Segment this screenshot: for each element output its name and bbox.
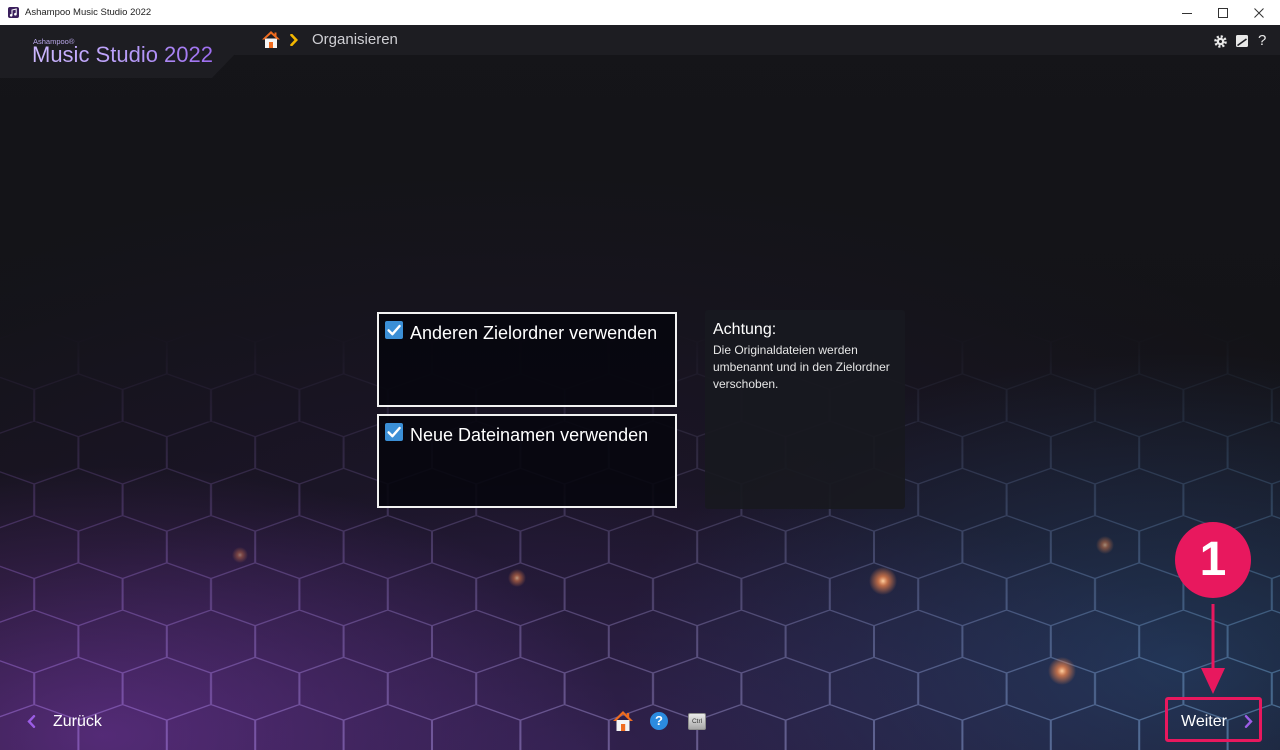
chevron-left-icon <box>27 715 36 728</box>
app-window: Ashampoo Music Studio 2022 Ashampoo® Mus… <box>0 0 1280 750</box>
maximize-button[interactable] <box>1205 0 1241 25</box>
option-other-target-folder[interactable]: Anderen Zielordner verwenden <box>377 312 677 407</box>
option-new-filenames[interactable]: Neue Dateinamen verwenden <box>377 414 677 508</box>
option-label: Anderen Zielordner verwenden <box>410 323 658 343</box>
notice-panel: Achtung: Die Originaldateien werden umbe… <box>705 310 905 509</box>
home-icon[interactable] <box>613 711 633 731</box>
skin-icon[interactable] <box>1236 35 1248 47</box>
window-title: Ashampoo Music Studio 2022 <box>25 7 152 18</box>
chevron-right-icon <box>290 34 298 46</box>
minimize-button[interactable] <box>1169 0 1205 25</box>
notice-text: Die Originaldateien werden umbenannt und… <box>713 343 890 391</box>
breadcrumb-current: Organisieren <box>312 31 398 48</box>
brand-logo: Music Studio 2022 <box>32 42 213 67</box>
back-label: Zurück <box>53 713 102 730</box>
close-icon <box>1254 7 1264 18</box>
highlight-box <box>1165 697 1262 742</box>
option-label: Neue Dateinamen verwenden <box>410 425 649 445</box>
back-button[interactable]: Zurück <box>20 705 115 739</box>
checkbox[interactable] <box>385 423 403 441</box>
gear-icon[interactable] <box>1214 35 1227 48</box>
maximize-icon <box>1218 7 1228 18</box>
checkmark-icon <box>387 324 401 336</box>
checkbox[interactable] <box>385 321 403 339</box>
step-number-badge: 1 <box>1175 522 1251 598</box>
help-icon[interactable]: ? <box>650 712 668 730</box>
home-icon[interactable] <box>262 31 280 48</box>
minimize-icon <box>1182 12 1192 14</box>
help-button[interactable]: ? <box>1258 32 1266 50</box>
arrow-down-icon <box>1201 604 1225 694</box>
checkmark-icon <box>387 426 401 438</box>
close-button[interactable] <box>1241 0 1277 25</box>
keyboard-shortcuts-icon[interactable]: Ctrl <box>688 713 706 730</box>
notice-title: Achtung: <box>713 321 777 338</box>
music-app-icon <box>8 7 19 18</box>
title-bar: Ashampoo Music Studio 2022 <box>0 0 1280 25</box>
